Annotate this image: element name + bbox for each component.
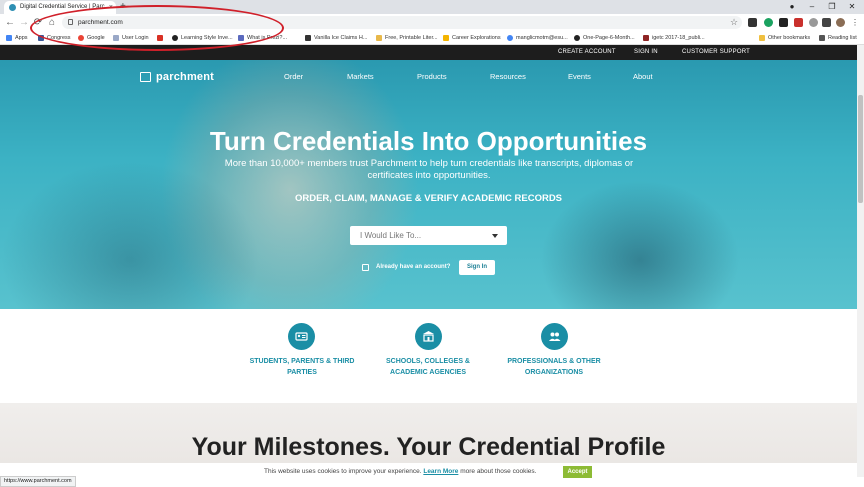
id-card-icon [288, 323, 315, 350]
bookmark-email[interactable]: manglicmotm@esu... [507, 31, 568, 45]
hero-sign-in-button[interactable]: Sign In [459, 260, 495, 275]
parchment-logo-icon [140, 72, 151, 82]
bookmark-reading-list[interactable]: Reading list [819, 31, 857, 45]
bookmark-label: Other bookmarks [768, 35, 811, 41]
profile-avatar[interactable] [836, 18, 845, 27]
hero-section: parchment Order Markets Products Resourc… [0, 60, 857, 309]
already-have-account-text: Already have an account? [376, 264, 451, 270]
bookmark-other[interactable]: Other bookmarks [759, 31, 810, 45]
puzzle-extensions-icon[interactable] [822, 18, 831, 27]
scrollbar-thumb[interactable] [858, 95, 863, 203]
browser-menu-icon[interactable]: ⋮ [851, 18, 860, 27]
bookmark-label: Apps [15, 35, 28, 41]
cookie-banner: This website uses cookies to improve you… [0, 463, 857, 481]
parchment-logo[interactable]: parchment [140, 71, 214, 83]
sign-in-link[interactable]: SIGN IN [634, 45, 658, 60]
screen-capture-extension-icon[interactable] [779, 18, 788, 27]
cookie-message: This website uses cookies to improve you… [264, 468, 422, 475]
bookmark-label: Career Explorations [452, 35, 501, 41]
bookmark-apps[interactable]: Apps [6, 31, 28, 45]
school-building-icon [415, 323, 442, 350]
hero-title: Turn Credentials Into Opportunities [209, 126, 648, 156]
page-icon [305, 35, 311, 41]
nav-markets[interactable]: Markets [347, 72, 374, 81]
page-icon [376, 35, 382, 41]
extension-icon[interactable] [748, 18, 757, 27]
bookmark-label: One-Page-6-Month... [583, 35, 635, 41]
accept-cookies-button[interactable]: Accept [563, 466, 592, 478]
page-scrollbar[interactable] [857, 45, 864, 477]
shield-extension-icon[interactable] [809, 18, 818, 27]
forward-button[interactable]: → [17, 14, 31, 31]
audience-label: PROFESSIONALS & OTHER ORGANIZATIONS [507, 358, 601, 376]
create-account-link[interactable]: CREATE ACCOUNT [558, 45, 616, 60]
logo-text: parchment [156, 71, 215, 83]
grammarly-extension-icon[interactable] [764, 18, 773, 27]
audience-label: SCHOOLS, COLLEGES & ACADEMIC AGENCIES [385, 358, 470, 376]
apps-grid-icon [6, 35, 12, 41]
folder-icon [759, 35, 765, 41]
nav-products[interactable]: Products [417, 72, 447, 81]
google-icon [507, 35, 513, 41]
caret-down-icon [492, 234, 498, 238]
nav-events[interactable]: Events [568, 72, 591, 81]
cookie-message-tail: more about those cookies. [460, 468, 537, 475]
nav-order[interactable]: Order [284, 72, 303, 81]
bookmark-label: manglicmotm@esu... [516, 35, 568, 41]
bookmark-label: Vanilla Ice Claims H... [314, 35, 368, 41]
pdf-extension-icon[interactable] [794, 18, 803, 27]
bookmark-label: igetc 2017-18_publi... [652, 35, 705, 41]
bookmark-igetc[interactable]: igetc 2017-18_publi... [643, 31, 705, 45]
bookmark-one-page[interactable]: One-Page-6-Month... [574, 31, 635, 45]
status-url-bubble: https://www.parchment.com [0, 476, 76, 487]
red-circle-annotation [30, 5, 284, 51]
customer-support-link[interactable]: CUSTOMER SUPPORT [682, 45, 750, 60]
dropdown-placeholder: I Would Like To... [360, 231, 422, 240]
bookmark-printable[interactable]: Free, Printable Liter... [376, 31, 438, 45]
parchment-favicon-icon [9, 4, 16, 11]
maximize-button[interactable]: ❐ [822, 0, 842, 14]
audience-label: STUDENTS, PARENTS & THIRD PARTIES [249, 358, 355, 376]
hero-subtitle: More than 10,000+ members trust Parchmen… [224, 158, 634, 181]
nav-resources[interactable]: Resources [490, 72, 526, 81]
minimize-button[interactable]: – [802, 0, 822, 14]
hero-tagline: ORDER, CLAIM, MANAGE & VERIFY ACADEMIC R… [294, 193, 563, 204]
reading-list-icon [819, 35, 825, 41]
nav-about[interactable]: About [633, 72, 653, 81]
back-button[interactable]: ← [3, 14, 17, 31]
bookmark-vanilla-ice[interactable]: Vanilla Ice Claims H... [305, 31, 367, 45]
cookie-text: This website uses cookies to improve you… [264, 463, 536, 481]
login-icon [362, 264, 369, 271]
bookmark-label: Reading list [828, 35, 857, 41]
intent-dropdown[interactable]: I Would Like To... [350, 226, 507, 245]
bookmark-label: Free, Printable Liter... [385, 35, 438, 41]
people-icon [541, 323, 568, 350]
profile-dot-icon[interactable]: ● [782, 0, 802, 14]
close-window-button[interactable]: ✕ [842, 0, 862, 14]
globe-icon [574, 35, 580, 41]
milestone-title: Your Milestones. Your Credential Profile [191, 433, 666, 461]
pdf-icon [643, 35, 649, 41]
learn-more-link[interactable]: Learn More [423, 468, 458, 475]
bookmark-career[interactable]: Career Explorations [443, 31, 501, 45]
grid-icon [443, 35, 449, 41]
bookmark-star-icon[interactable]: ☆ [730, 14, 738, 31]
